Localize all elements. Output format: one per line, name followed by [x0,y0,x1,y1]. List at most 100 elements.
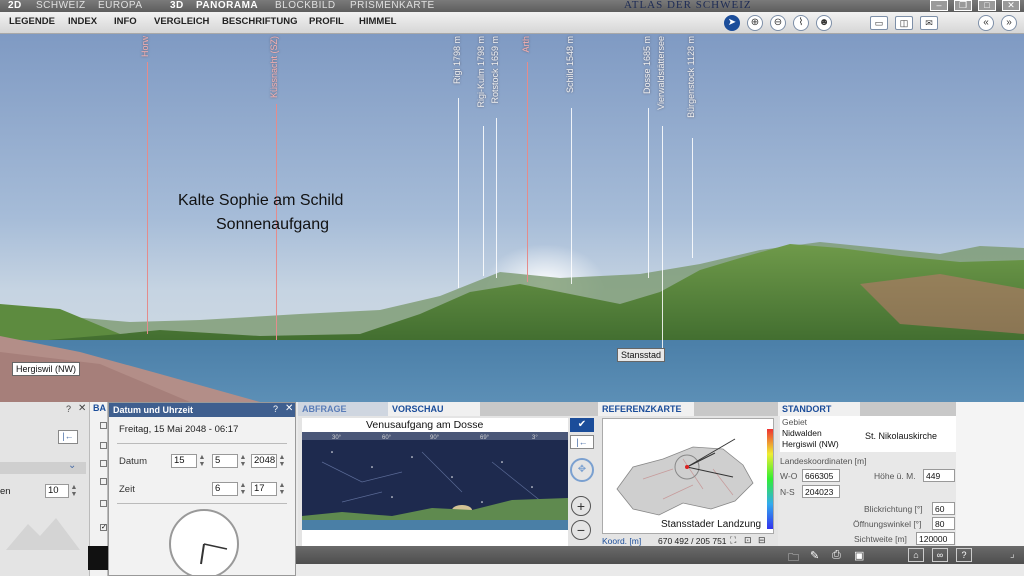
close-icon[interactable]: ✕ [1002,0,1020,11]
zoom-in-icon[interactable]: + [571,496,591,516]
note-icon[interactable]: ✎ [810,549,819,562]
vorschau-panel: ABFRAGE VORSCHAU Venusaufgang am Dosse 3… [298,402,598,546]
collapse-icon[interactable]: |← [570,435,594,449]
hour-stepper[interactable]: ▲ ▼ [239,482,247,496]
menu-himmel[interactable]: HIMMEL [359,16,396,27]
menu-vergleich[interactable]: VERGLEICH [154,16,209,27]
minus-map-icon[interactable]: ⊟ [758,535,766,546]
peak-line [458,98,459,288]
navigate-icon[interactable]: ✥ [570,458,594,482]
image-icon[interactable]: ▣ [854,549,864,562]
print-icon[interactable]: ⎙ [832,549,841,562]
checkbox-checked[interactable]: ✓ [100,524,107,531]
mode-panorama[interactable]: PANORAMA [196,0,258,12]
help-icon[interactable]: ? [956,548,972,562]
minimize-icon[interactable]: – [930,0,948,11]
place-label-hergiswil[interactable]: Hergiswil (NW) [12,362,80,376]
zoom-in-icon[interactable]: ⊕ [747,15,763,31]
checkbox[interactable] [100,460,107,467]
close-icon[interactable]: ✕ [78,403,86,414]
link-icon[interactable]: ∞ [932,548,948,562]
checkbox[interactable] [100,422,107,429]
ns-field[interactable]: 204023 [802,485,840,498]
layout-horizontal-icon[interactable]: ▭ [870,16,888,30]
measure-icon[interactable]: ⌇ [793,15,809,31]
back-icon[interactable]: « [978,15,994,31]
sicht-field[interactable]: 120000 [916,532,955,545]
mode-schweiz[interactable]: SCHWEIZ [36,0,86,12]
close-icon[interactable]: ✕ [285,403,293,414]
menu-legende[interactable]: LEGENDE [9,16,55,27]
place-label-stansstad[interactable]: Stansstad [617,348,666,362]
tab-strip-filler [860,402,956,416]
gebiet-box: Gebiet Nidwalden Hergiswil (NW) St. Niko… [780,416,956,452]
menu-index[interactable]: INDEX [68,16,97,27]
home-icon[interactable]: ⌂ [908,548,924,562]
checkbox[interactable] [100,478,107,485]
help-icon[interactable]: ? [273,404,278,414]
mode-3d[interactable]: 3D [170,0,184,12]
datum-panel-title: Datum und Uhrzeit [109,403,295,417]
year-field[interactable]: 2048 [251,454,277,468]
maximize-icon[interactable]: □ [978,0,996,11]
koord-label: Koord. [m] [602,536,642,546]
preview-footer [302,530,568,546]
tab-vorschau[interactable]: VORSCHAU [388,402,480,416]
layout-split-icon[interactable]: ◫ [895,16,913,30]
collapse-icon[interactable]: |← [58,430,78,444]
gebiet-label: Gebiet [782,417,808,427]
hoehe-field[interactable]: 449 [923,469,955,482]
year-stepper[interactable]: ▲ ▼ [278,454,286,468]
mode-prismenkarte[interactable]: PRISMENKARTE [350,0,435,12]
checkbox[interactable] [100,442,107,449]
collapse-map-icon[interactable]: ⊡ [744,535,752,546]
oeffnung-field[interactable]: 80 [932,517,955,530]
wo-field[interactable]: 666305 [802,469,840,482]
mode-2d[interactable]: 2D [8,0,22,12]
mode-blockbild[interactable]: BLOCKBILD [275,0,336,12]
datum-label: Datum [119,456,147,467]
month-field[interactable]: 5 [212,454,238,468]
menu-profil[interactable]: PROFIL [309,16,344,27]
tab-abfrage[interactable]: ABFRAGE [298,402,388,416]
checkmark-icon[interactable]: ✔ [570,418,594,432]
day-field[interactable]: 15 [171,454,197,468]
peak-label: Küssnacht (SZ) [269,36,279,99]
folder-icon[interactable]: 🗀 [788,549,799,568]
zoom-out-icon[interactable]: − [571,520,591,540]
left-panel: ? ✕ |← ⌄ en 10 ▲ ▼ [0,402,90,576]
pointer-tool-icon[interactable]: ➤ [724,15,740,31]
mode-europa[interactable]: EUROPA [98,0,143,12]
tab-ba[interactable]: BA [93,403,106,413]
fullscreen-icon[interactable]: ⛶ [730,535,736,546]
caption-line-1: Kalte Sophie am Schild [178,192,344,209]
reference-map[interactable]: Stansstader Landzung [602,418,774,534]
blick-field[interactable]: 60 [932,502,955,515]
vorschau-view[interactable]: Venusaufgang am Dosse 30° 60° 90° 69° 3° [302,418,568,546]
viewpoint-icon[interactable]: ☻ [816,15,832,31]
tab-standort[interactable]: STANDORT [778,402,860,416]
referenzkarte-panel: REFERENZKARTE Stansstader Landzung Koord… [598,402,778,546]
value-field[interactable]: 10 [45,484,69,498]
datum-panel: Datum und Uhrzeit ? ✕ Freitag, 15 Mai 20… [108,402,296,576]
day-stepper[interactable]: ▲ ▼ [198,454,206,468]
tab-referenzkarte[interactable]: REFERENZKARTE [598,402,694,416]
hoehe-label: Höhe ü. M. [874,471,916,481]
svg-text:3°: 3° [532,435,538,441]
menu-info[interactable]: INFO [114,16,137,27]
stepper-icon[interactable]: ▲ ▼ [70,484,78,498]
hour-field[interactable]: 6 [212,482,238,496]
minute-stepper[interactable]: ▲ ▼ [278,482,286,496]
checkbox[interactable] [100,500,107,507]
forward-icon[interactable]: » [1001,15,1017,31]
restore-icon[interactable]: ❐ [954,0,972,11]
zoom-out-icon[interactable]: ⊖ [770,15,786,31]
minute-field[interactable]: 17 [251,482,277,496]
mail-icon[interactable]: ✉ [920,16,938,30]
menu-beschriftung[interactable]: BESCHRIFTUNG [222,16,297,27]
resize-icon[interactable]: ⌟ [1010,549,1015,560]
panorama-view[interactable]: Horw Küssnacht (SZ) Rigi 1798 m Rigi-Kul… [0,34,1024,402]
month-stepper[interactable]: ▲ ▼ [239,454,247,468]
help-icon[interactable]: ? [66,404,71,414]
chevron-down-icon[interactable]: ⌄ [68,460,76,471]
